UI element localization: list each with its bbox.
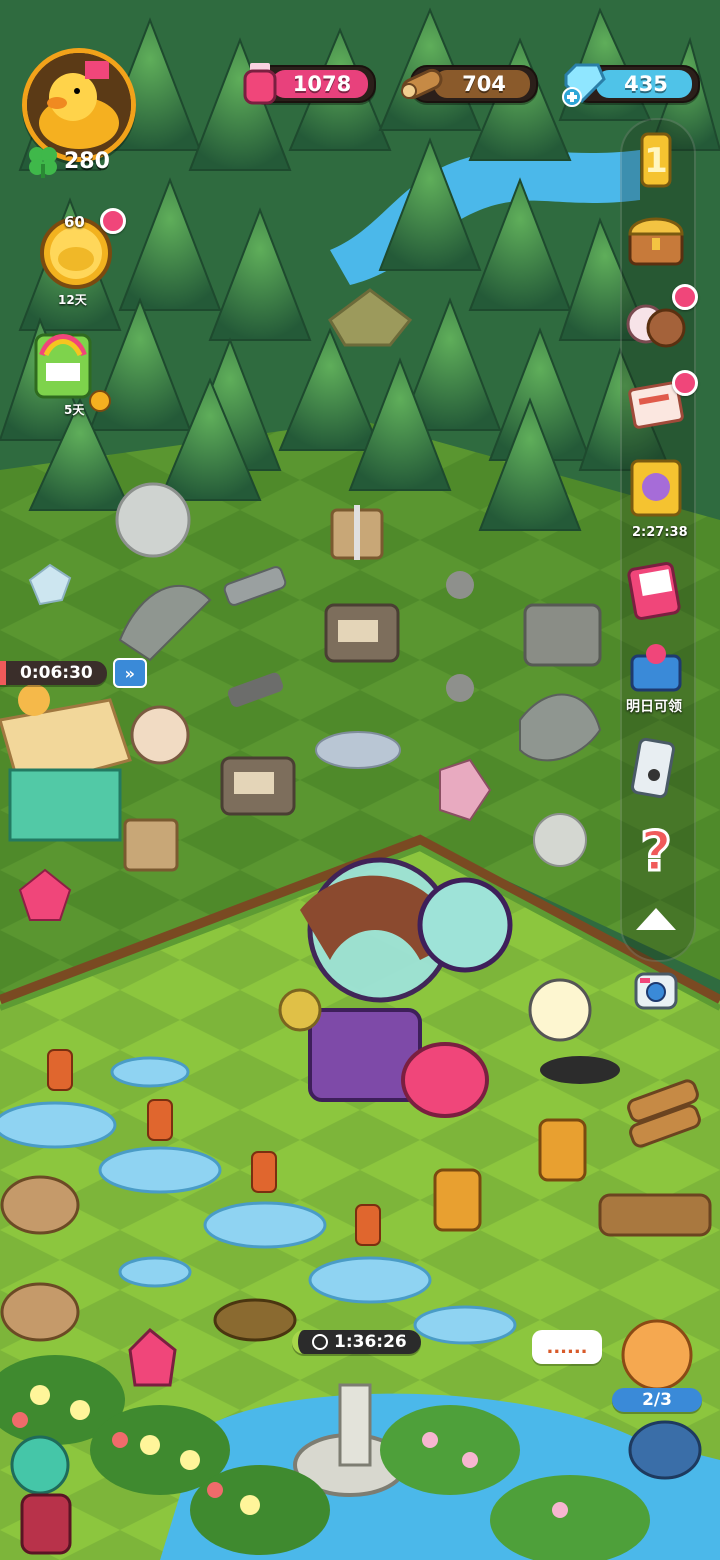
collapse-menu-button[interactable] [624, 898, 694, 942]
camera-button[interactable] [632, 966, 680, 1014]
pink-potion-icon [243, 63, 277, 105]
treasure-chest-icon [628, 217, 684, 266]
question-mark-icon: ? [639, 819, 673, 885]
phone-icon [631, 737, 675, 799]
photo-album-icon [627, 562, 681, 620]
speech-bubble[interactable]: ...... [532, 1330, 602, 1364]
shop-timer: 0:06:30 » [0, 658, 147, 688]
fountain-timer: 1:36:26 [292, 1330, 421, 1354]
album-button[interactable] [624, 558, 694, 628]
slot-machine-days: 5天 [64, 403, 85, 417]
event-card-button[interactable]: 2:27:38 [624, 455, 694, 540]
camera-icon [634, 972, 678, 1010]
clock-icon [312, 1334, 328, 1350]
slot-machine-event-button[interactable]: 5天 [30, 325, 111, 417]
clover-icon [29, 147, 57, 178]
notification-dot [100, 208, 126, 234]
visitor-count: 2/3 [642, 1390, 672, 1410]
clover-count: 280 [64, 148, 110, 174]
blue-gem-icon [562, 63, 606, 107]
notification-dot [672, 284, 698, 310]
gift-machine-icon [630, 644, 682, 692]
speech-bubble-text: ...... [546, 1336, 588, 1358]
log-icon [401, 68, 443, 100]
rank-button[interactable]: 1 [624, 128, 694, 198]
fountain-timer-text: 1:36:26 [334, 1332, 407, 1352]
wood-resource-bar[interactable]: 704 [401, 65, 538, 103]
duck-avatar-icon [27, 53, 131, 157]
fast-forward-icon[interactable]: » [112, 658, 147, 688]
clover-counter: 280 [26, 144, 110, 178]
game-world[interactable]: 280 1078 704 435 60 12天 5天 1 2:27:38 明日可… [0, 0, 720, 1560]
svg-text:?: ? [640, 820, 671, 882]
golden-duck-event-button[interactable]: 60 12天 [38, 213, 112, 307]
golden-duck-count: 60 [64, 213, 85, 231]
visitor-counter: 2/3 [612, 1388, 702, 1412]
gem-count: 435 [624, 72, 668, 96]
phone-button[interactable] [624, 735, 694, 805]
shop-button[interactable] [624, 208, 694, 278]
potion-resource-bar[interactable]: 1078 [243, 63, 376, 105]
potion-count: 1078 [292, 72, 352, 96]
number-one-trophy-icon: 1 [640, 132, 672, 188]
golden-duck-days: 12天 [58, 293, 87, 307]
shop-timer-text: 0:06:30 [0, 661, 107, 685]
svg-text:1: 1 [644, 141, 668, 181]
wood-count: 704 [462, 72, 506, 96]
help-button[interactable]: ? [624, 818, 694, 888]
gift-machine-label: 明日可领 [626, 699, 682, 715]
event-character-card-icon [630, 459, 682, 517]
gift-machine-button[interactable]: 明日可领 [624, 640, 694, 715]
up-arrow-icon [636, 908, 676, 930]
notification-dot [672, 370, 698, 396]
event-card-timer: 2:27:38 [632, 525, 688, 540]
gem-resource-bar[interactable]: 435 [562, 63, 700, 107]
